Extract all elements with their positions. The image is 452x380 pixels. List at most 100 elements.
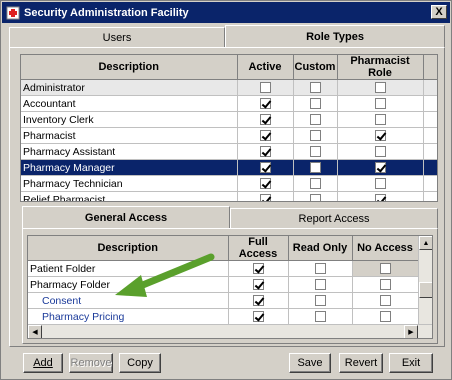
copy-label: Copy — [127, 357, 153, 369]
general-access-panel: Description Full Access Read Only No Acc… — [22, 228, 438, 344]
access-row[interactable]: Pharmacy Folder — [28, 276, 419, 293]
checkbox-checked[interactable] — [374, 162, 386, 174]
access-grid: Description Full Access Read Only No Acc… — [27, 235, 433, 339]
checkbox-checked[interactable] — [374, 130, 386, 142]
app-icon — [6, 6, 20, 19]
checkbox-checked[interactable] — [259, 146, 271, 158]
role-description: Pharmacy Manager — [21, 159, 238, 176]
scroll-right-icon[interactable]: ▶ — [404, 325, 418, 338]
vertical-scrollbar[interactable]: ▲ — [418, 236, 432, 324]
access-row[interactable]: Patient Folder — [28, 260, 419, 277]
scroll-left-icon[interactable]: ◀ — [28, 325, 42, 338]
close-button[interactable]: X — [431, 5, 447, 19]
role-active-cell — [237, 95, 294, 112]
role-description: Accountant — [21, 95, 238, 112]
checkbox-unchecked[interactable] — [374, 98, 386, 110]
checkbox-checked[interactable] — [252, 295, 264, 307]
role-description: Administrator — [21, 79, 238, 96]
exit-button[interactable]: Exit — [389, 353, 433, 373]
remove-button[interactable]: Remove — [69, 353, 113, 373]
role-row[interactable]: Pharmacist — [21, 127, 437, 144]
role-row[interactable]: Relief Pharmacist — [21, 191, 437, 201]
checkbox-checked[interactable] — [259, 114, 271, 126]
role-active-cell — [237, 191, 294, 201]
access-row[interactable]: Pharmacy Pricing — [28, 308, 419, 325]
role-row[interactable]: Administrator — [21, 79, 437, 96]
roles-table: Description Active Custom Pharmacist Rol… — [21, 55, 437, 201]
col-full-access[interactable]: Full Access — [228, 236, 289, 261]
horizontal-scrollbar[interactable]: ◀ ▶ — [28, 324, 432, 338]
role-pharm-cell — [337, 143, 424, 160]
tab-users[interactable]: Users — [9, 27, 225, 47]
role-pharm-cell — [337, 111, 424, 128]
role-pharm-cell — [337, 175, 424, 192]
add-button[interactable]: Add — [23, 353, 63, 373]
checkbox-unchecked[interactable] — [374, 114, 386, 126]
checkbox-unchecked[interactable] — [309, 98, 321, 110]
checkbox-unchecked[interactable] — [379, 279, 391, 291]
checkbox-unchecked[interactable] — [309, 194, 321, 201]
role-description: Inventory Clerk — [21, 111, 238, 128]
checkbox-checked[interactable] — [252, 263, 264, 275]
access-full-cell — [228, 308, 289, 325]
checkbox-unchecked[interactable] — [309, 178, 321, 190]
checkbox-unchecked[interactable] — [259, 82, 271, 94]
scroll-thumb[interactable] — [419, 282, 432, 298]
checkbox-unchecked[interactable] — [314, 263, 326, 275]
col-access-description[interactable]: Description — [28, 236, 229, 261]
access-read-cell — [288, 260, 353, 277]
checkbox-checked[interactable] — [259, 162, 271, 174]
tab-report-access[interactable]: Report Access — [230, 208, 438, 228]
checkbox-unchecked[interactable] — [309, 82, 321, 94]
col-description[interactable]: Description — [21, 55, 238, 80]
checkbox-unchecked[interactable] — [379, 295, 391, 307]
checkbox-unchecked[interactable] — [309, 162, 321, 174]
checkbox-unchecked[interactable] — [374, 82, 386, 94]
checkbox-checked[interactable] — [259, 98, 271, 110]
access-none-cell — [352, 292, 419, 309]
role-row[interactable]: Accountant — [21, 95, 437, 112]
window-title: Security Administration Facility — [24, 6, 189, 19]
col-active[interactable]: Active — [237, 55, 294, 80]
checkbox-checked[interactable] — [252, 311, 264, 323]
save-label: Save — [297, 357, 323, 369]
role-custom-cell — [293, 95, 338, 112]
col-pharmacist-role[interactable]: Pharmacist Role — [337, 55, 424, 80]
checkbox-checked[interactable] — [374, 194, 386, 201]
role-row[interactable]: Pharmacy Assistant — [21, 143, 437, 160]
checkbox-unchecked[interactable] — [379, 311, 391, 323]
role-active-cell — [237, 79, 294, 96]
role-row[interactable]: Inventory Clerk — [21, 111, 437, 128]
checkbox-unchecked[interactable] — [374, 146, 386, 158]
tab-general-access[interactable]: General Access — [22, 206, 230, 228]
checkbox-unchecked[interactable] — [314, 311, 326, 323]
access-row[interactable]: Consent — [28, 292, 419, 309]
checkbox-checked[interactable] — [259, 178, 271, 190]
copy-button[interactable]: Copy — [119, 353, 161, 373]
role-row[interactable]: Pharmacy Manager — [21, 159, 437, 176]
checkbox-unchecked[interactable] — [374, 178, 386, 190]
scroll-up-icon[interactable]: ▲ — [419, 236, 432, 250]
checkbox-unchecked[interactable] — [309, 130, 321, 142]
tab-role-types[interactable]: Role Types — [225, 25, 445, 47]
role-custom-cell — [293, 111, 338, 128]
access-full-cell — [228, 260, 289, 277]
role-pharm-cell — [337, 159, 424, 176]
col-read-only[interactable]: Read Only — [288, 236, 353, 261]
access-description: Pharmacy Folder — [28, 276, 229, 293]
checkbox-checked[interactable] — [259, 194, 271, 201]
checkbox-unchecked[interactable] — [379, 263, 391, 275]
checkbox-checked[interactable] — [252, 279, 264, 291]
checkbox-unchecked[interactable] — [309, 114, 321, 126]
role-description: Relief Pharmacist — [21, 191, 238, 201]
revert-button[interactable]: Revert — [339, 353, 383, 373]
col-custom[interactable]: Custom — [293, 55, 338, 80]
checkbox-unchecked[interactable] — [314, 295, 326, 307]
checkbox-checked[interactable] — [259, 130, 271, 142]
checkbox-unchecked[interactable] — [309, 146, 321, 158]
role-row[interactable]: Pharmacy Technician — [21, 175, 437, 192]
access-read-cell — [288, 276, 353, 293]
checkbox-unchecked[interactable] — [314, 279, 326, 291]
col-no-access[interactable]: No Access — [352, 236, 419, 261]
save-button[interactable]: Save — [289, 353, 331, 373]
